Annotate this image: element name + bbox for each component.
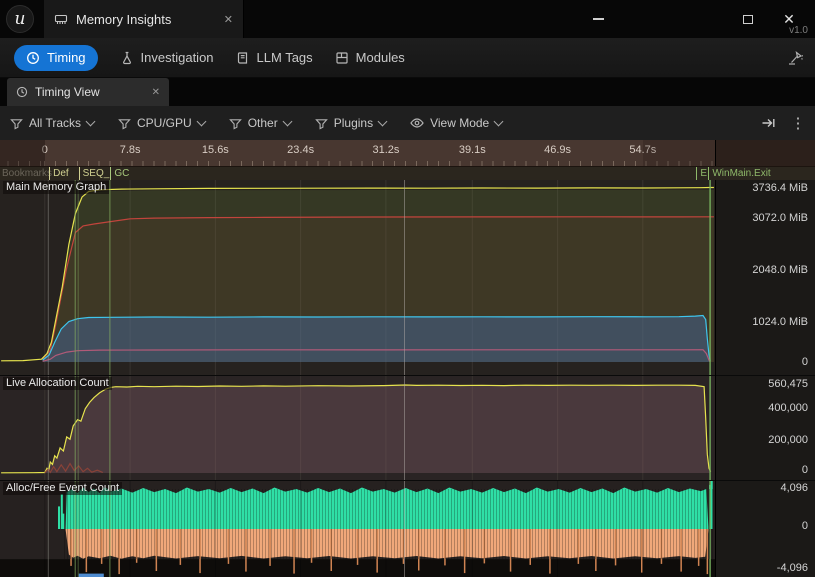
status-lamp-button[interactable] <box>783 47 805 69</box>
tab-timing-view-close-icon[interactable]: ✕ <box>152 87 160 98</box>
filter-icon <box>315 117 328 130</box>
maximize-button[interactable] <box>729 0 767 38</box>
eye-icon <box>410 116 424 130</box>
ruler-tick-label: 31.2s <box>372 144 399 156</box>
filter-toolbar: All Tracks CPU/GPU Other Plugins View Mo… <box>0 106 815 140</box>
flask-icon <box>120 51 134 65</box>
modules-button[interactable]: Modules <box>335 38 405 78</box>
all-tracks-label: All Tracks <box>29 116 81 130</box>
timing-marker-label[interactable]: GC <box>110 167 129 180</box>
timing-marker-label[interactable]: E <box>696 167 707 180</box>
chevron-down-icon <box>86 117 96 127</box>
session-tab-label: Memory Insights <box>76 12 171 27</box>
axis-label: 560,475 <box>768 378 808 390</box>
lamp-icon <box>786 50 803 67</box>
filter-icon <box>229 117 242 130</box>
axis-label: 3072.0 MiB <box>752 212 808 224</box>
ruler-dim-gutter <box>715 140 815 166</box>
vertical-dots-icon: ⋮ <box>791 114 806 132</box>
plugins-dropdown[interactable]: Plugins <box>315 116 386 130</box>
minimize-icon <box>593 18 604 20</box>
llm-tags-button[interactable]: LLM Tags <box>236 38 313 78</box>
ruler-tick-label: 39.1s <box>459 144 486 156</box>
document-tab-bar: Timing View ✕ <box>0 78 815 106</box>
arrow-to-end-icon <box>761 116 776 130</box>
value-axis-gutter: 3736.4 MiB 3072.0 MiB 2048.0 MiB 1024.0 … <box>715 180 815 577</box>
tab-timing-view-label: Timing View <box>35 85 100 99</box>
memory-chip-icon <box>54 12 68 26</box>
track-live-allocation-count[interactable]: Live Allocation Count <box>0 375 715 481</box>
chevron-down-icon <box>378 117 388 127</box>
main-memory-chart[interactable] <box>0 180 715 375</box>
axis-label: 0 <box>802 520 808 532</box>
track-header-live-allocation[interactable]: Live Allocation Count <box>3 377 112 390</box>
axis-label: 1024.0 MiB <box>752 316 808 328</box>
bookmarks-lane[interactable]: Bookmarks Def SEQ_GC EWinMain.Exit <box>0 166 815 181</box>
llm-tags-button-label: LLM Tags <box>257 50 313 65</box>
unreal-logo-icon[interactable]: u <box>6 5 34 33</box>
investigation-button-label: Investigation <box>141 50 214 65</box>
ruler-tick-label: 46.9s <box>544 144 571 156</box>
clock-icon <box>26 51 40 65</box>
gutter-separator <box>716 480 815 481</box>
axis-label: -4,096 <box>777 562 808 574</box>
version-label: v1.0 <box>789 25 808 36</box>
timing-button-label: Timing <box>47 50 86 65</box>
maximize-icon <box>743 15 753 24</box>
bookmarks-lane-label: Bookmarks <box>2 168 52 179</box>
filter-icon <box>10 117 23 130</box>
investigation-button[interactable]: Investigation <box>120 38 214 78</box>
modules-icon <box>335 51 349 65</box>
axis-label: 400,000 <box>768 402 808 414</box>
axis-label: 0 <box>802 464 808 476</box>
axis-label: 200,000 <box>768 434 808 446</box>
gutter-separator <box>716 375 815 376</box>
timing-button[interactable]: Timing <box>14 45 98 71</box>
time-ruler[interactable]: 0 7.8s 15.6s 23.4s 31.2s 39.1s 46.9s 54.7s <box>0 140 815 166</box>
titlebar[interactable]: u Memory Insights ✕ ✕ v1.0 <box>0 0 815 38</box>
track-alloc-free-event-count[interactable]: Alloc/Free Event Count <box>0 480 715 577</box>
chevron-down-icon <box>282 117 292 127</box>
ruler-tick-label: 15.6s <box>202 144 229 156</box>
plugins-label: Plugins <box>334 116 373 130</box>
track-main-memory-graph[interactable]: Main Memory Graph <box>0 180 715 375</box>
track-header-main-memory[interactable]: Main Memory Graph <box>3 181 109 194</box>
cpu-gpu-label: CPU/GPU <box>137 116 192 130</box>
ruler-tick-label: 54.7s <box>629 144 656 156</box>
minimize-button[interactable] <box>579 0 617 38</box>
chevron-down-icon <box>196 117 206 127</box>
session-tab-close-icon[interactable]: ✕ <box>224 13 233 26</box>
book-icon <box>236 51 250 65</box>
timing-marker-label[interactable]: Def <box>49 167 69 180</box>
live-allocation-chart[interactable] <box>0 376 715 481</box>
clock-icon <box>16 86 28 98</box>
view-mode-label: View Mode <box>430 116 489 130</box>
session-tab-memory-insights[interactable]: Memory Insights ✕ <box>44 0 244 38</box>
filter-icon <box>118 117 131 130</box>
ruler-tick-label: 7.8s <box>120 144 141 156</box>
memory-insights-window: u Memory Insights ✕ ✕ v1.0 Timing Invest… <box>0 0 815 577</box>
ruler-tick-label: 0 <box>42 144 48 156</box>
alloc-free-chart[interactable] <box>0 481 715 577</box>
cpu-gpu-dropdown[interactable]: CPU/GPU <box>118 116 205 130</box>
timing-marker-label[interactable]: SEQ_ <box>79 167 110 180</box>
axis-label: 4,096 <box>780 482 808 494</box>
timing-marker-label[interactable]: WinMain.Exit <box>708 167 770 180</box>
main-toolbar: Timing Investigation LLM Tags Modules <box>0 38 815 78</box>
track-header-alloc-free[interactable]: Alloc/Free Event Count <box>3 482 122 495</box>
chevron-down-icon <box>494 117 504 127</box>
all-tracks-dropdown[interactable]: All Tracks <box>10 116 94 130</box>
overflow-menu-button[interactable]: ⋮ <box>791 110 805 136</box>
goto-end-button[interactable] <box>759 110 777 136</box>
view-mode-dropdown[interactable]: View Mode <box>410 116 502 130</box>
modules-button-label: Modules <box>356 50 405 65</box>
timing-view-tracks: Main Memory Graph Live Allocation Count … <box>0 180 815 577</box>
tab-timing-view[interactable]: Timing View ✕ <box>7 78 169 106</box>
axis-label: 2048.0 MiB <box>752 264 808 276</box>
axis-label: 0 <box>802 356 808 368</box>
axis-label: 3736.4 MiB <box>752 182 808 194</box>
ruler-tick-label: 23.4s <box>287 144 314 156</box>
other-dropdown[interactable]: Other <box>229 116 291 130</box>
other-label: Other <box>248 116 278 130</box>
